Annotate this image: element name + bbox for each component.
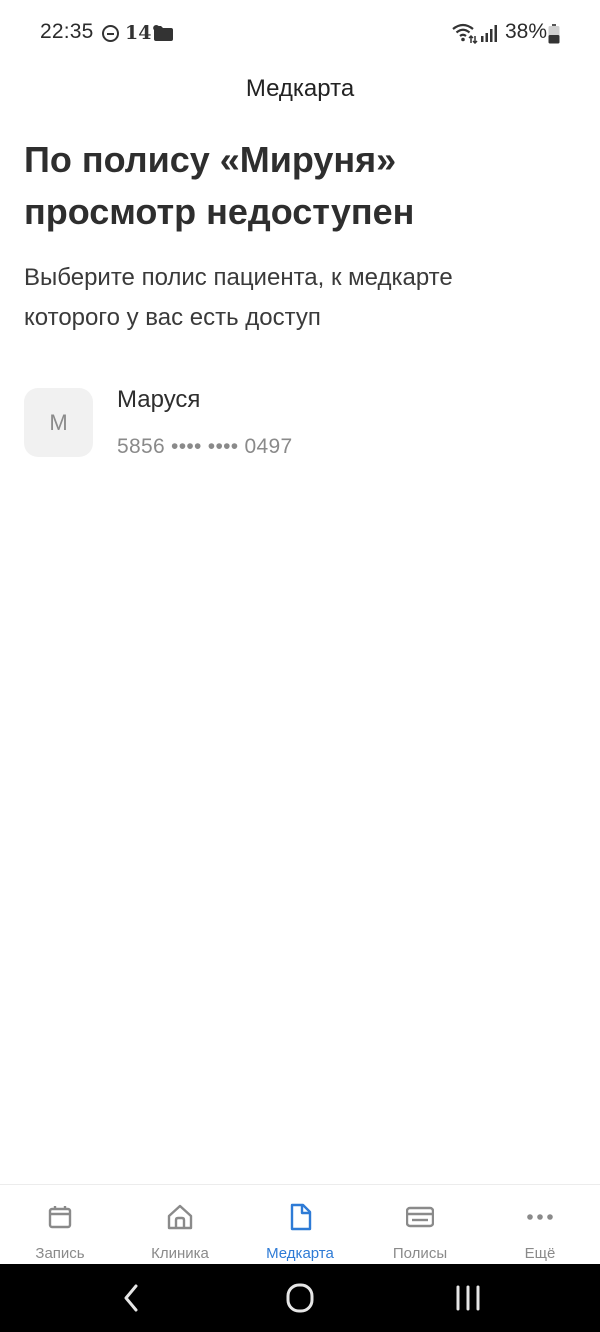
tab-more[interactable]: Ещё <box>480 1185 600 1265</box>
unavailable-heading: По полису «Мируня» просмотр недоступен <box>24 134 576 238</box>
battery-percent: 38% <box>505 20 548 43</box>
home-icon <box>167 1204 193 1230</box>
battery-icon <box>548 24 560 44</box>
patient-name: Маруся <box>117 386 201 413</box>
bottom-tab-bar: Запись Клиника Медкарта Полисы Ещё <box>0 1184 600 1264</box>
status-time: 22:35 <box>40 20 94 43</box>
tab-label: Ещё <box>524 1245 556 1262</box>
heading-line-2: просмотр недоступен <box>24 191 415 232</box>
tab-policies[interactable]: Полисы <box>360 1185 480 1265</box>
avatar: М <box>24 388 93 457</box>
card-icon <box>406 1206 434 1228</box>
calendar-icon <box>48 1206 72 1229</box>
tab-clinic[interactable]: Клиника <box>120 1185 240 1265</box>
more-icon <box>527 1214 553 1220</box>
home-circle-icon[interactable] <box>280 1282 320 1314</box>
wifi-icon <box>452 23 478 44</box>
tab-label: Запись <box>35 1245 85 1262</box>
tab-label: Медкарта <box>266 1245 334 1262</box>
tab-label: Полисы <box>392 1245 448 1262</box>
tab-medical-record[interactable]: Медкарта <box>240 1185 360 1265</box>
status-bar: 22:35 14° 38% <box>0 0 600 66</box>
folder-icon <box>154 26 173 41</box>
tab-appointments[interactable]: Запись <box>0 1185 120 1265</box>
instruction-text: Выберите полис пациента, к медкарте кото… <box>24 258 576 338</box>
page-title: Медкарта <box>245 75 355 102</box>
document-icon <box>290 1203 312 1231</box>
subtitle-line-1: Выберите полис пациента, к медкарте <box>24 264 453 291</box>
heading-line-1: По полису «Мируня» <box>24 139 397 180</box>
patient-policy-item[interactable]: М Маруся 5856 •••• •••• 0497 <box>24 386 576 470</box>
system-nav-bar <box>0 1264 600 1332</box>
tab-label: Клиника <box>151 1245 209 1262</box>
back-icon[interactable] <box>112 1282 152 1314</box>
subtitle-line-2: которого у вас есть доступ <box>24 304 321 331</box>
signal-icon <box>481 25 497 42</box>
policy-number: 5856 •••• •••• 0497 <box>117 435 293 458</box>
do-not-disturb-icon <box>102 25 119 42</box>
recents-icon[interactable] <box>448 1282 488 1314</box>
